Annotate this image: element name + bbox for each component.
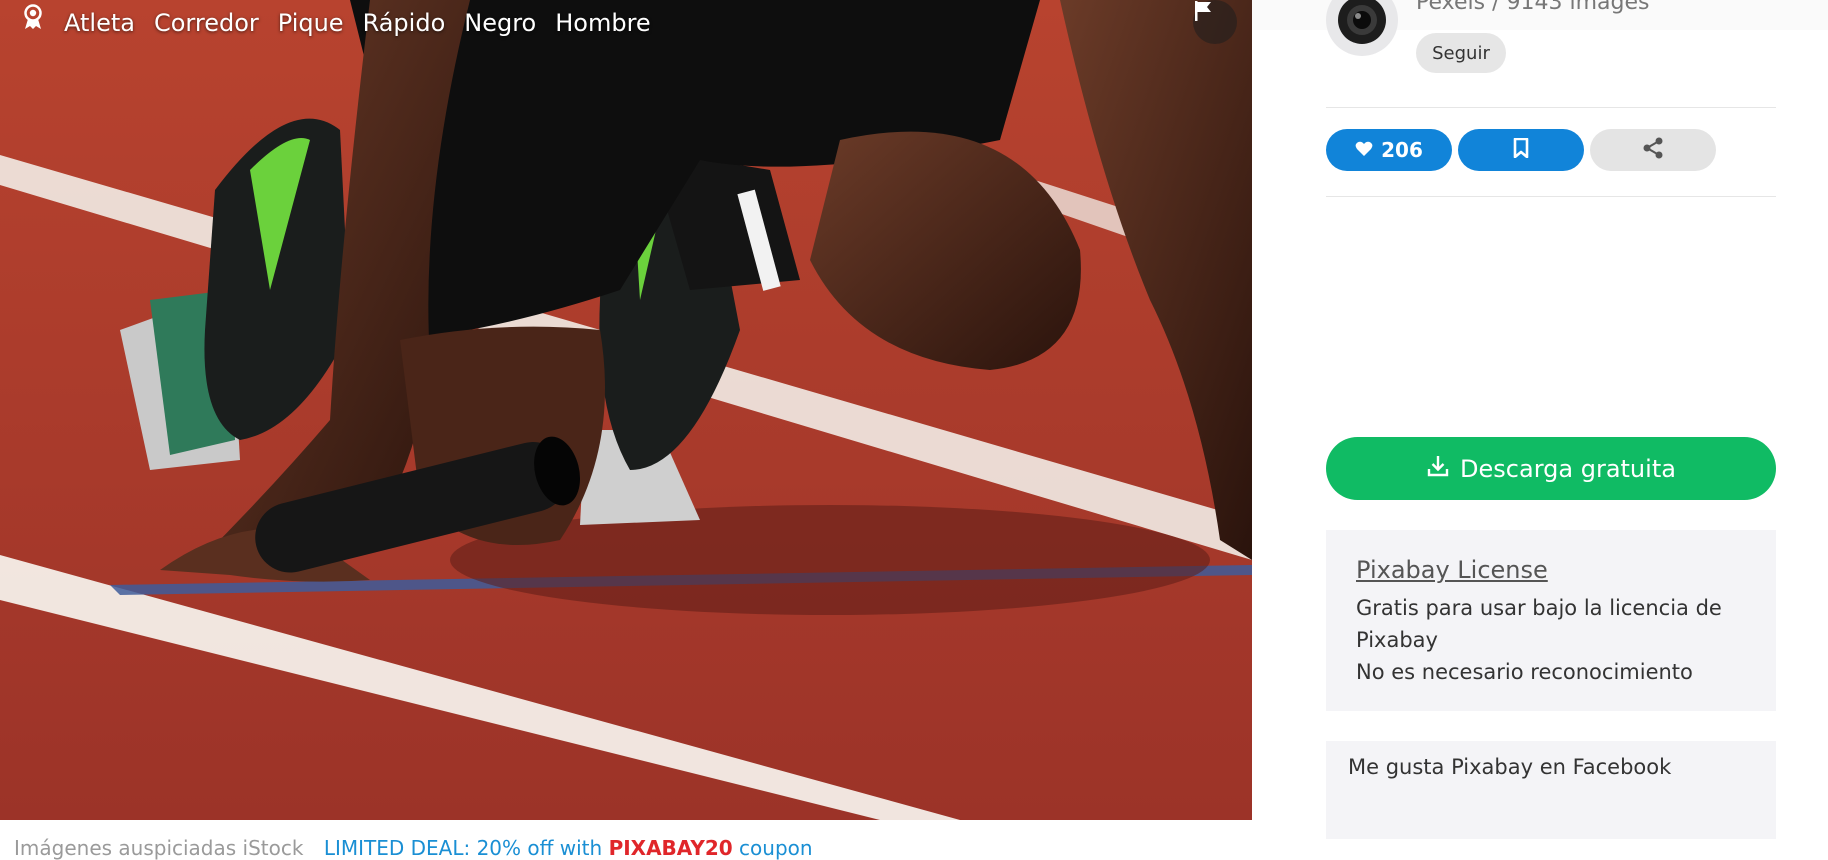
facebook-box: Me gusta Pixabay en Facebook [1326, 741, 1776, 839]
deal-prefix: LIMITED DEAL: 20% off with [323, 836, 609, 860]
save-button[interactable] [1458, 129, 1584, 171]
author-info[interactable]: Pexels / 9143 images [1416, 0, 1649, 15]
like-count: 206 [1381, 138, 1423, 162]
tag-negro[interactable]: Negro [464, 9, 536, 37]
tag-hombre[interactable]: Hombre [555, 9, 650, 37]
license-line-2: No es necesario reconocimiento [1356, 660, 1693, 684]
report-button[interactable] [1193, 0, 1237, 44]
license-title-link[interactable]: Pixabay License [1356, 554, 1746, 586]
photo-illustration [0, 0, 1252, 820]
camera-lens-icon [1338, 0, 1386, 44]
download-icon [1426, 454, 1450, 484]
sponsored-line: Imágenes auspiciadas iStock LIMITED DEAL… [14, 836, 813, 860]
free-download-button[interactable]: Descarga gratuita [1326, 437, 1776, 500]
tag-corredor[interactable]: Corredor [154, 9, 259, 37]
divider-actions [1326, 196, 1776, 197]
share-icon [1642, 137, 1664, 164]
sponsored-label: Imágenes auspiciadas iStock [14, 836, 304, 860]
heart-icon [1355, 138, 1373, 162]
facebook-text: Me gusta Pixabay en Facebook [1348, 755, 1672, 779]
award-badge-icon [22, 4, 44, 36]
download-label: Descarga gratuita [1460, 454, 1676, 483]
license-box: Pixabay License Gratis para usar bajo la… [1326, 530, 1776, 711]
license-line-1: Gratis para usar bajo la licencia de Pix… [1356, 596, 1722, 652]
deal-suffix: coupon [732, 836, 813, 860]
tag-atleta[interactable]: Atleta [64, 9, 135, 37]
tag-pique[interactable]: Pique [278, 9, 344, 37]
share-button[interactable] [1590, 129, 1716, 171]
photo-tag-bar: Atleta Corredor Pique Rápido Negro Hombr… [22, 4, 670, 42]
author-avatar[interactable] [1326, 0, 1398, 56]
like-button[interactable]: 206 [1326, 129, 1452, 171]
bookmark-icon [1513, 137, 1529, 163]
sponsored-deal-link[interactable]: LIMITED DEAL: 20% off with PIXABAY20 cou… [324, 836, 813, 860]
tag-rapido[interactable]: Rápido [363, 9, 446, 37]
divider-top [1326, 107, 1776, 108]
main-photo[interactable]: Atleta Corredor Pique Rápido Negro Hombr… [0, 0, 1252, 820]
follow-button[interactable]: Seguir [1416, 33, 1506, 73]
deal-code: PIXABAY20 [608, 836, 733, 860]
